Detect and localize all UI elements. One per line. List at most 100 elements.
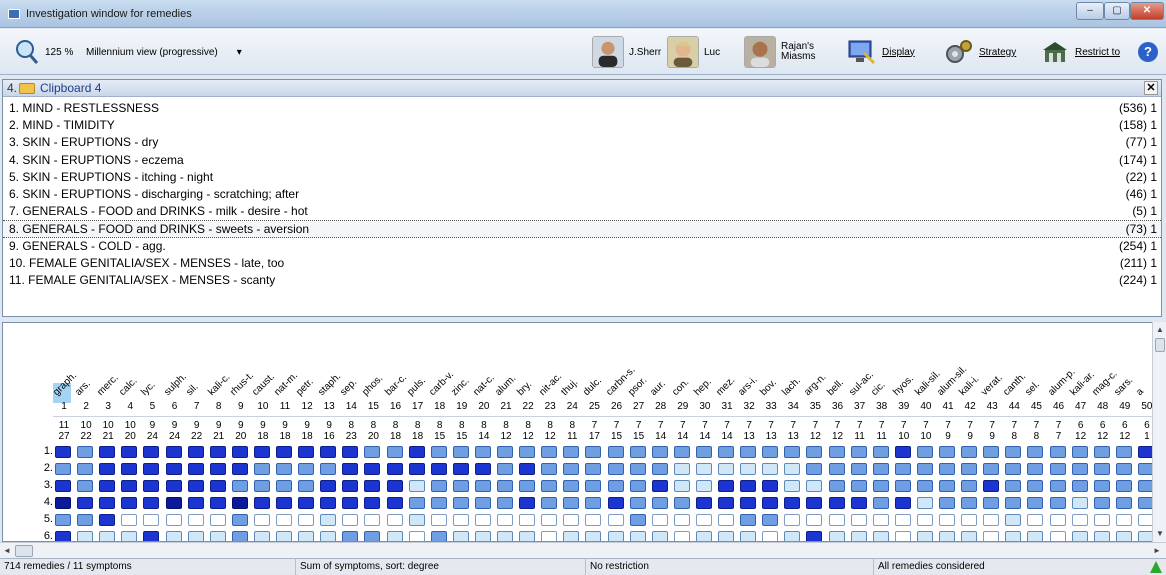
grade-cell[interactable] xyxy=(1115,497,1132,509)
grade-cell[interactable] xyxy=(231,497,248,509)
horizontal-scrollbar[interactable]: ◄ ► xyxy=(0,542,1166,558)
grade-cell[interactable] xyxy=(718,514,734,526)
remedy-name[interactable]: hyos. xyxy=(891,373,916,398)
grade-cell[interactable] xyxy=(452,531,469,541)
rubric-item[interactable]: 11. FEMALE GENITALIA/SEX - MENSES - scan… xyxy=(3,272,1161,289)
grade-cell[interactable] xyxy=(1005,463,1022,475)
grade-cell[interactable] xyxy=(607,480,624,492)
remedy-name[interactable]: ars-i. xyxy=(736,374,760,398)
grade-cell[interactable] xyxy=(77,480,94,492)
remedy-name[interactable]: ars. xyxy=(73,378,93,398)
grade-cell[interactable] xyxy=(386,531,403,541)
grade-cell[interactable] xyxy=(209,463,226,475)
grade-cell[interactable] xyxy=(1027,497,1044,509)
grade-cell[interactable] xyxy=(1049,497,1066,509)
zoom-control[interactable]: 125 % xyxy=(14,29,73,75)
grade-cell[interactable] xyxy=(850,531,867,541)
grade-cell[interactable] xyxy=(231,463,248,475)
rubric-item[interactable]: 2. MIND - TIMIDITY (158) 1 xyxy=(3,117,1161,134)
grade-cell[interactable] xyxy=(629,514,646,526)
maximize-button[interactable]: ▢ xyxy=(1104,2,1130,20)
grade-cell[interactable] xyxy=(430,497,447,509)
grade-cell[interactable] xyxy=(1071,514,1088,526)
grade-cell[interactable] xyxy=(519,514,536,526)
grade-cell[interactable] xyxy=(342,446,359,458)
remedy-name[interactable]: phos. xyxy=(361,373,386,398)
grade-cell[interactable] xyxy=(983,514,1000,526)
grade-cell[interactable] xyxy=(806,446,823,458)
grade-cell[interactable] xyxy=(1049,480,1066,492)
grade-cell[interactable] xyxy=(695,446,712,458)
grade-cell[interactable] xyxy=(1005,480,1022,492)
grade-cell[interactable] xyxy=(298,531,315,541)
grade-cell[interactable] xyxy=(740,480,757,492)
grade-cell[interactable] xyxy=(408,446,425,458)
grade-cell[interactable] xyxy=(298,514,315,526)
scroll-down-icon[interactable]: ▼ xyxy=(1153,528,1166,540)
grade-cell[interactable] xyxy=(187,497,204,509)
remedy-name[interactable]: rhus-t. xyxy=(228,370,256,398)
grade-cell[interactable] xyxy=(386,480,403,492)
grade-cell[interactable] xyxy=(519,463,536,475)
grade-cell[interactable] xyxy=(607,446,624,458)
grade-cell[interactable] xyxy=(740,531,757,541)
grade-cell[interactable] xyxy=(961,446,978,458)
grade-cell[interactable] xyxy=(99,446,116,458)
grade-cell[interactable] xyxy=(651,497,668,509)
scroll-left-icon[interactable]: ◄ xyxy=(0,544,14,558)
clipboard-close-button[interactable]: ✕ xyxy=(1144,81,1158,95)
grade-cell[interactable] xyxy=(872,514,889,526)
grade-cell[interactable] xyxy=(99,480,116,492)
grade-cell[interactable] xyxy=(342,463,359,475)
grade-cell[interactable] xyxy=(872,446,889,458)
grade-cell[interactable] xyxy=(77,531,94,541)
grade-cell[interactable] xyxy=(541,463,558,475)
grade-cell[interactable] xyxy=(165,446,182,458)
rubric-item[interactable]: 3. SKIN - ERUPTIONS - dry (77) 1 xyxy=(3,134,1161,151)
grade-cell[interactable] xyxy=(253,531,270,541)
grade-cell[interactable] xyxy=(77,497,94,509)
rubric-item[interactable]: 9. GENERALS - COLD - agg. (254) 1 xyxy=(3,238,1161,255)
grade-cell[interactable] xyxy=(1093,446,1110,458)
grade-cell[interactable] xyxy=(894,531,911,541)
grade-cell[interactable] xyxy=(1093,463,1110,475)
rubric-item[interactable]: 10. FEMALE GENITALIA/SEX - MENSES - late… xyxy=(3,255,1161,272)
grade-cell[interactable] xyxy=(99,514,116,526)
grade-cell[interactable] xyxy=(121,497,138,509)
grade-cell[interactable] xyxy=(209,514,226,526)
horizontal-scroll-thumb[interactable] xyxy=(15,545,33,557)
grade-cell[interactable] xyxy=(894,497,911,509)
remedy-name[interactable]: hep. xyxy=(692,376,714,398)
grade-cell[interactable] xyxy=(452,514,469,526)
strategy-button[interactable]: Strategy xyxy=(944,29,1016,75)
grade-cell[interactable] xyxy=(364,480,381,492)
grade-cell[interactable] xyxy=(497,497,513,509)
grade-cell[interactable] xyxy=(55,531,71,541)
grade-cell[interactable] xyxy=(983,497,1000,509)
grade-cell[interactable] xyxy=(1027,463,1044,475)
grade-cell[interactable] xyxy=(784,531,801,541)
vertical-scroll-thumb[interactable] xyxy=(1155,338,1165,352)
grade-cell[interactable] xyxy=(187,446,204,458)
grade-cell[interactable] xyxy=(474,497,491,509)
grade-cell[interactable] xyxy=(320,497,337,509)
grade-cell[interactable] xyxy=(983,480,1000,492)
grade-cell[interactable] xyxy=(607,531,624,541)
grade-cell[interactable] xyxy=(408,480,425,492)
grade-cell[interactable] xyxy=(342,497,359,509)
rubric-item-selected[interactable]: 8. GENERALS - FOOD and DRINKS - sweets -… xyxy=(3,220,1161,238)
remedy-name[interactable]: sel. xyxy=(1024,379,1043,398)
grade-cell[interactable] xyxy=(497,463,513,475)
grade-cell[interactable] xyxy=(209,446,226,458)
grade-cell[interactable] xyxy=(762,497,779,509)
grade-cell[interactable] xyxy=(253,497,270,509)
grade-cell[interactable] xyxy=(497,446,513,458)
scroll-right-icon[interactable]: ► xyxy=(1150,544,1164,558)
grade-cell[interactable] xyxy=(673,446,690,458)
grade-cell[interactable] xyxy=(939,514,955,526)
grade-cell[interactable] xyxy=(806,514,823,526)
grade-cell[interactable] xyxy=(298,463,315,475)
grade-cell[interactable] xyxy=(695,480,712,492)
grade-cell[interactable] xyxy=(364,446,381,458)
grade-cell[interactable] xyxy=(1115,446,1132,458)
